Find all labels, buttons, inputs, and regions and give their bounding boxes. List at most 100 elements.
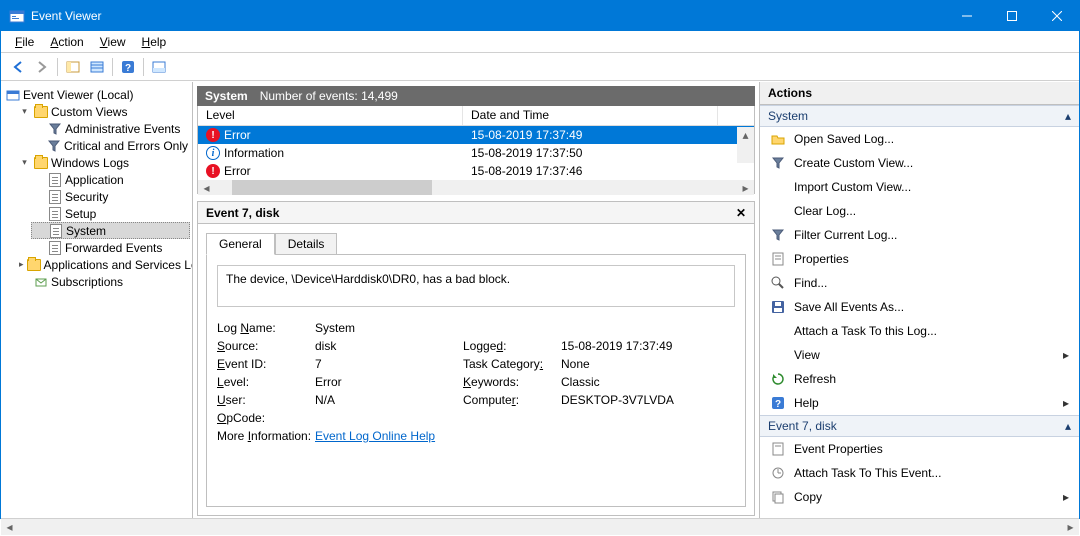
label: Security — [65, 190, 108, 204]
action-save-all[interactable]: Save All Events As... — [760, 295, 1079, 319]
folder-icon — [33, 104, 48, 119]
collapse-icon: ▴ — [1065, 109, 1071, 123]
action-create-custom-view[interactable]: Create Custom View... — [760, 151, 1079, 175]
action-properties[interactable]: Properties — [760, 247, 1079, 271]
label: Open Saved Log... — [794, 132, 894, 146]
chevron-right-icon: ▸ — [1063, 490, 1069, 504]
tab-general[interactable]: General — [206, 233, 275, 255]
event-log-help-link[interactable]: Event Log Online Help — [315, 429, 435, 443]
svg-text:?: ? — [775, 399, 781, 410]
refresh-icon — [770, 371, 786, 387]
list-view-button[interactable] — [86, 56, 108, 78]
close-icon[interactable]: ✕ — [732, 204, 750, 222]
action-find[interactable]: Find... — [760, 271, 1079, 295]
expander-icon[interactable]: ▸ — [19, 259, 24, 270]
action-refresh[interactable]: Refresh — [760, 367, 1079, 391]
action-clear-log[interactable]: Clear Log... — [760, 199, 1079, 223]
tree-admin-events[interactable]: Administrative Events — [31, 120, 190, 137]
maximize-button[interactable] — [989, 1, 1034, 31]
tree-app-services[interactable]: ▸ Applications and Services Lo — [17, 256, 190, 273]
menu-file[interactable]: File — [7, 33, 42, 51]
menu-view[interactable]: View — [92, 33, 134, 51]
event-level: Error — [224, 128, 251, 142]
menu-help[interactable]: Help — [134, 33, 175, 51]
tree-setup[interactable]: Setup — [31, 205, 190, 222]
label: View — [794, 348, 820, 362]
actions-pane: Actions System▴ Open Saved Log... Create… — [759, 82, 1079, 518]
label: Save All Events As... — [794, 300, 904, 314]
label: Applications and Services Lo — [44, 258, 193, 272]
label: Properties — [794, 252, 849, 266]
tree-windows-logs[interactable]: ▾Windows Logs — [17, 154, 190, 171]
tree-subscriptions[interactable]: Subscriptions — [17, 273, 190, 290]
tree-critical-errors[interactable]: Critical and Errors Only — [31, 137, 190, 154]
folder-icon — [33, 155, 48, 170]
action-attach-task-event[interactable]: Attach Task To This Event... — [760, 461, 1079, 485]
event-date: 15-08-2019 17:37:50 — [463, 146, 718, 160]
properties-icon — [770, 441, 786, 457]
list-row[interactable]: iInformation 15-08-2019 17:37:50 — [198, 144, 754, 162]
col-date[interactable]: Date and Time — [463, 106, 718, 125]
close-button[interactable] — [1034, 1, 1079, 31]
action-copy[interactable]: Copy▸ — [760, 485, 1079, 509]
user-value: N/A — [315, 393, 455, 407]
bottom-scrollbar[interactable]: ◂▸ — [1, 518, 1079, 535]
tree-application[interactable]: Application — [31, 171, 190, 188]
action-view[interactable]: View▸ — [760, 343, 1079, 367]
tree-security[interactable]: Security — [31, 188, 190, 205]
tree-root-label: Event Viewer (Local) — [23, 88, 134, 102]
expander-icon[interactable]: ▾ — [19, 106, 30, 117]
actions-title: Actions — [760, 82, 1079, 105]
tree-root[interactable]: Event Viewer (Local) — [3, 86, 190, 103]
error-icon: ! — [206, 164, 220, 178]
moreinfo-label: More Information: — [217, 429, 307, 443]
log-icon — [48, 223, 63, 238]
show-tree-button[interactable] — [62, 56, 84, 78]
app-icon — [9, 8, 25, 24]
vertical-scrollbar[interactable]: ▴ — [737, 127, 754, 163]
action-attach-task-log[interactable]: Attach a Task To this Log... — [760, 319, 1079, 343]
actions-section-system[interactable]: System▴ — [760, 105, 1079, 127]
label: Subscriptions — [51, 275, 123, 289]
folder-icon — [27, 257, 41, 272]
label: Forwarded Events — [65, 241, 162, 255]
actions-section-event[interactable]: Event 7, disk▴ — [760, 415, 1079, 437]
log-icon — [47, 172, 62, 187]
tab-details[interactable]: Details — [275, 233, 338, 255]
horizontal-scrollbar[interactable]: ◂▸ — [198, 180, 754, 195]
list-row[interactable]: !Error 15-08-2019 17:37:49 — [198, 126, 754, 144]
back-button[interactable] — [7, 56, 29, 78]
event-list: Level Date and Time !Error 15-08-2019 17… — [197, 106, 755, 194]
event-detail-pane: Event 7, disk ✕ General Details The devi… — [197, 201, 755, 516]
keywords-value: Classic — [561, 375, 741, 389]
label: Attach a Task To this Log... — [794, 324, 937, 338]
log-icon — [47, 189, 62, 204]
label: Find... — [794, 276, 827, 290]
action-filter-log[interactable]: Filter Current Log... — [760, 223, 1079, 247]
forward-button[interactable] — [31, 56, 53, 78]
menu-action[interactable]: Action — [42, 33, 91, 51]
event-date: 15-08-2019 17:37:49 — [463, 128, 718, 142]
list-row[interactable]: !Error 15-08-2019 17:37:46 — [198, 162, 754, 180]
preview-pane-button[interactable] — [148, 56, 170, 78]
computer-label: Computer: — [463, 393, 553, 407]
action-event-properties[interactable]: Event Properties — [760, 437, 1079, 461]
help-button[interactable]: ? — [117, 56, 139, 78]
svg-text:?: ? — [125, 63, 131, 74]
action-import-custom-view[interactable]: Import Custom View... — [760, 175, 1079, 199]
tree-custom-views[interactable]: ▾Custom Views — [17, 103, 190, 120]
tree-system[interactable]: System — [31, 222, 190, 239]
collapse-icon: ▴ — [1065, 419, 1071, 433]
label: Refresh — [794, 372, 836, 386]
copy-icon — [770, 489, 786, 505]
source-label: Source: — [217, 339, 307, 353]
tree-forwarded[interactable]: Forwarded Events — [31, 239, 190, 256]
event-message: The device, \Device\Harddisk0\DR0, has a… — [217, 265, 735, 307]
action-open-saved-log[interactable]: Open Saved Log... — [760, 127, 1079, 151]
eventid-label: Event ID: — [217, 357, 307, 371]
expander-icon[interactable]: ▾ — [19, 157, 30, 168]
action-help[interactable]: ?Help▸ — [760, 391, 1079, 415]
minimize-button[interactable] — [944, 1, 989, 31]
detail-title: Event 7, disk — [198, 202, 754, 224]
col-level[interactable]: Level — [198, 106, 463, 125]
